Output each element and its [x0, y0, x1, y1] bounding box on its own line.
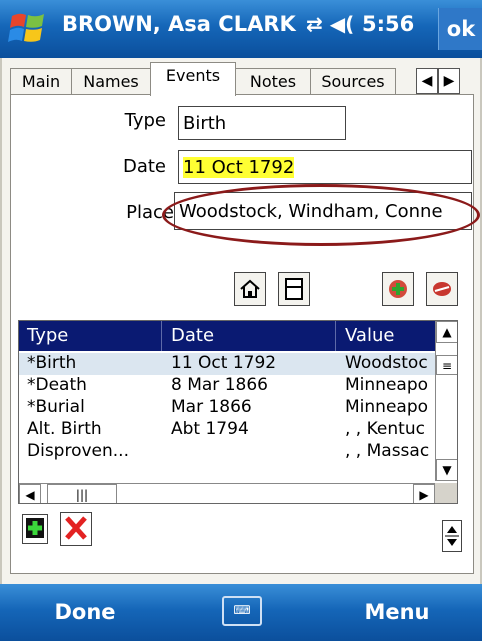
column-header-type[interactable]: Type	[27, 325, 68, 346]
ok-button[interactable]: ok	[438, 8, 482, 50]
vertical-scrollbar[interactable]: ▲ ≡ ▼	[435, 321, 457, 481]
windows-flag-icon[interactable]	[6, 10, 50, 48]
scroll-down-icon[interactable]: ▼	[436, 459, 457, 481]
grid-header: Type Date Value	[19, 321, 435, 351]
column-header-value[interactable]: Value	[345, 325, 394, 346]
scroll-thumb-icon[interactable]: ≡	[436, 355, 457, 375]
cell-date: 8 Mar 1866	[171, 375, 268, 395]
cell-date: 11 Oct 1792	[171, 353, 277, 373]
home-icon[interactable]	[234, 272, 266, 306]
column-header-date[interactable]: Date	[171, 325, 214, 346]
document-icon[interactable]	[278, 272, 310, 306]
cell-value: , , Kentuc	[345, 419, 425, 439]
clock[interactable]: 5:56	[362, 12, 414, 36]
cell-type: *Burial	[27, 397, 85, 417]
add-icon[interactable]	[22, 514, 48, 544]
scroll-right-icon[interactable]: ▶	[413, 484, 435, 503]
tab-scroll-left-icon[interactable]: ◀	[416, 68, 438, 94]
cell-type: Disproven...	[27, 441, 129, 461]
tab-sources[interactable]: Sources	[310, 68, 396, 95]
title-bar: BROWN, Asa CLARK ⇄ ◀( 5:56 ok	[0, 0, 482, 58]
cell-type: Alt. Birth	[27, 419, 102, 439]
place-label: Place	[126, 202, 174, 223]
events-grid[interactable]: Type Date Value *Birth 11 Oct 1792 Woods…	[18, 320, 458, 504]
scroll-hthumb-icon[interactable]: |||	[47, 484, 117, 503]
remove-event-icon[interactable]	[426, 272, 458, 306]
table-row[interactable]: *Death 8 Mar 1866 Minneapo	[19, 375, 435, 397]
type-label: Type	[124, 110, 166, 131]
keyboard-icon[interactable]: ⌨	[222, 596, 262, 626]
table-row[interactable]: Alt. Birth Abt 1794 , , Kentuc	[19, 419, 435, 441]
table-row[interactable]: Disproven... , , Massac	[19, 441, 435, 463]
tab-events[interactable]: Events	[150, 62, 236, 96]
scroll-left-icon[interactable]: ◀	[19, 484, 41, 503]
cell-value: Minneapo	[345, 397, 429, 417]
date-label: Date	[122, 156, 166, 177]
add-event-icon[interactable]	[382, 272, 414, 306]
date-field[interactable]: 11 Oct 1792	[178, 150, 472, 184]
column-divider	[161, 321, 162, 351]
tab-row: Main Names Events Notes Sources ◀ ▶	[10, 62, 476, 96]
date-value: 11 Oct 1792	[183, 157, 295, 178]
column-divider	[335, 321, 336, 351]
connectivity-volume-icons[interactable]: ⇄ ◀(	[306, 12, 354, 36]
tab-main[interactable]: Main	[10, 68, 72, 95]
cell-date: Mar 1866	[171, 397, 252, 417]
done-softkey[interactable]: Done	[40, 584, 130, 641]
cell-value: Woodstoc	[345, 353, 428, 373]
tab-scroll-right-icon[interactable]: ▶	[438, 68, 460, 94]
scroll-up-icon[interactable]: ▲	[436, 321, 457, 343]
softkey-bar: Done ⌨ Menu	[0, 584, 482, 641]
place-field[interactable]: Woodstock, Windham, Conne	[174, 192, 472, 230]
cell-type: *Birth	[27, 353, 77, 373]
spin-control-icon[interactable]	[442, 520, 462, 552]
content-area: Main Names Events Notes Sources ◀ ▶ Type…	[0, 58, 482, 584]
window-title: BROWN, Asa CLARK	[62, 12, 296, 36]
cell-date: Abt 1794	[171, 419, 249, 439]
delete-icon[interactable]	[60, 512, 92, 546]
cell-value: Minneapo	[345, 375, 429, 395]
horizontal-scrollbar[interactable]: ◀ ||| ▶	[19, 483, 435, 503]
table-row[interactable]: *Burial Mar 1866 Minneapo	[19, 397, 435, 419]
tab-names[interactable]: Names	[71, 68, 151, 95]
scroll-corner	[435, 483, 457, 503]
cell-value: , , Massac	[345, 441, 430, 461]
cell-type: *Death	[27, 375, 87, 395]
type-field[interactable]: Birth	[178, 106, 346, 140]
tab-notes[interactable]: Notes	[235, 68, 311, 95]
menu-softkey[interactable]: Menu	[352, 584, 442, 641]
table-row[interactable]: *Birth 11 Oct 1792 Woodstoc	[19, 353, 435, 375]
